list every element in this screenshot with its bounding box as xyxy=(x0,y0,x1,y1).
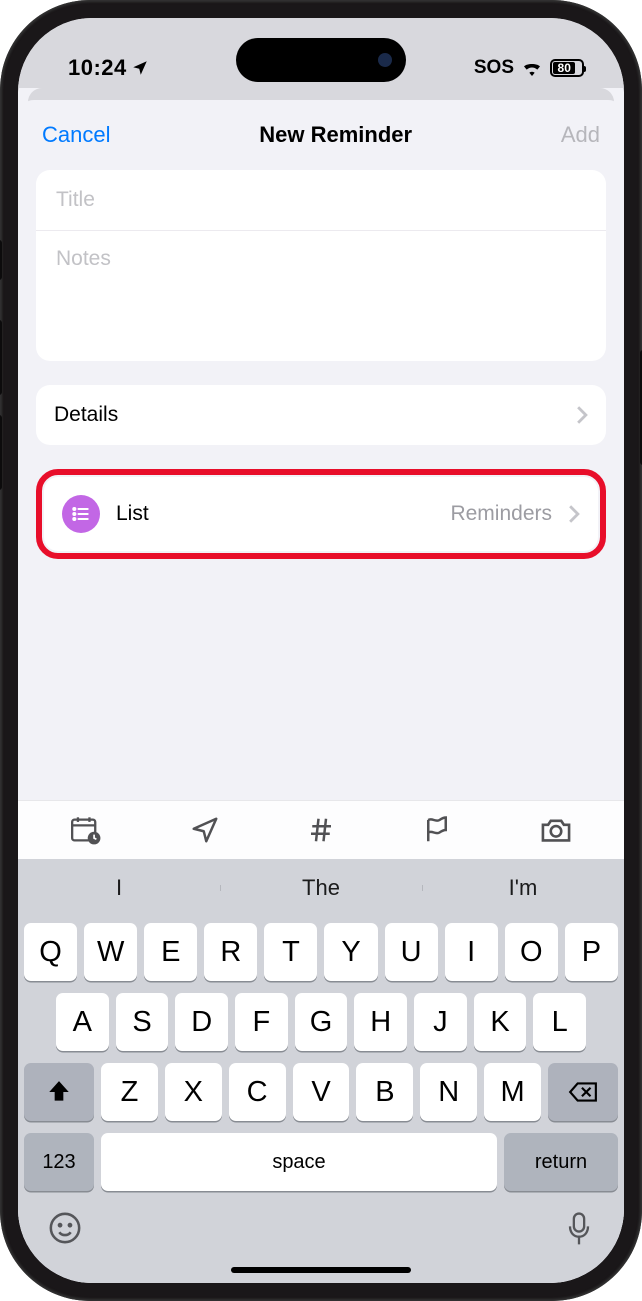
location-arrow-icon[interactable] xyxy=(190,815,220,845)
backspace-icon xyxy=(568,1080,598,1104)
details-label: Details xyxy=(54,403,560,427)
key-k[interactable]: K xyxy=(474,993,527,1051)
dynamic-island xyxy=(236,38,406,82)
spacer xyxy=(18,559,624,800)
silent-switch xyxy=(0,240,2,280)
suggestion-3[interactable]: I'm xyxy=(422,875,624,901)
list-bullet-icon xyxy=(62,495,100,533)
list-card[interactable]: List Reminders xyxy=(44,477,598,551)
list-row-highlight: List Reminders xyxy=(36,469,606,559)
iphone-frame: 10:24 SOS 80 Cancel New Reminder Add xyxy=(0,0,642,1301)
suggestion-2[interactable]: The xyxy=(220,875,422,901)
key-d[interactable]: D xyxy=(175,993,228,1051)
key-v[interactable]: V xyxy=(293,1063,350,1121)
numbers-key[interactable]: 123 xyxy=(24,1133,94,1191)
key-r[interactable]: R xyxy=(204,923,257,981)
key-m[interactable]: M xyxy=(484,1063,541,1121)
wifi-icon xyxy=(521,60,543,76)
key-row-1: QWERTYUIOP xyxy=(24,923,618,981)
keyboard-footer xyxy=(18,1195,624,1261)
hashtag-icon[interactable] xyxy=(306,815,336,845)
home-indicator[interactable] xyxy=(231,1267,411,1273)
modal-content: Title Notes Details xyxy=(18,170,624,559)
key-c[interactable]: C xyxy=(229,1063,286,1121)
key-w[interactable]: W xyxy=(84,923,137,981)
keyboard-accessory-bar xyxy=(18,800,624,859)
dictation-key-icon[interactable] xyxy=(564,1211,594,1247)
screen: 10:24 SOS 80 Cancel New Reminder Add xyxy=(18,18,624,1283)
list-label: List xyxy=(116,502,434,526)
details-card[interactable]: Details xyxy=(36,385,606,445)
key-e[interactable]: E xyxy=(144,923,197,981)
key-x[interactable]: X xyxy=(165,1063,222,1121)
chevron-right-icon xyxy=(568,505,580,523)
key-q[interactable]: Q xyxy=(24,923,77,981)
key-b[interactable]: B xyxy=(356,1063,413,1121)
chevron-right-icon xyxy=(576,406,588,424)
return-key[interactable]: return xyxy=(504,1133,618,1191)
keyboard: I The I'm QWERTYUIOP ASDFGHJKL ZXCVBNM xyxy=(18,859,624,1283)
status-time: 10:24 xyxy=(68,55,127,81)
backspace-key[interactable] xyxy=(548,1063,618,1121)
space-key[interactable]: space xyxy=(101,1133,497,1191)
key-s[interactable]: S xyxy=(116,993,169,1051)
key-i[interactable]: I xyxy=(445,923,498,981)
title-input[interactable]: Title xyxy=(36,170,606,231)
add-button[interactable]: Add xyxy=(561,122,600,148)
shift-key[interactable] xyxy=(24,1063,94,1121)
key-row-4: 123 space return xyxy=(24,1133,618,1191)
shift-icon xyxy=(46,1079,72,1105)
key-a[interactable]: A xyxy=(56,993,109,1051)
key-y[interactable]: Y xyxy=(324,923,377,981)
key-u[interactable]: U xyxy=(385,923,438,981)
key-row-2: ASDFGHJKL xyxy=(24,993,618,1051)
key-h[interactable]: H xyxy=(354,993,407,1051)
key-o[interactable]: O xyxy=(505,923,558,981)
key-z[interactable]: Z xyxy=(101,1063,158,1121)
notes-input[interactable]: Notes xyxy=(36,231,606,361)
key-g[interactable]: G xyxy=(295,993,348,1051)
modal-title: New Reminder xyxy=(259,122,412,148)
camera-icon[interactable] xyxy=(539,815,573,845)
modal-nav-bar: Cancel New Reminder Add xyxy=(18,100,624,170)
key-j[interactable]: J xyxy=(414,993,467,1051)
list-value: Reminders xyxy=(450,502,552,526)
suggestion-1[interactable]: I xyxy=(18,875,220,901)
camera-dot xyxy=(378,53,392,67)
new-reminder-modal: Cancel New Reminder Add Title Notes Deta… xyxy=(18,100,624,1283)
key-n[interactable]: N xyxy=(420,1063,477,1121)
sos-indicator: SOS xyxy=(474,57,514,79)
battery-level: 80 xyxy=(553,62,575,74)
title-notes-card: Title Notes xyxy=(36,170,606,361)
volume-down-button xyxy=(0,415,2,490)
suggestion-bar: I The I'm xyxy=(18,859,624,917)
flag-icon[interactable] xyxy=(422,815,452,845)
key-f[interactable]: F xyxy=(235,993,288,1051)
cancel-button[interactable]: Cancel xyxy=(42,122,110,148)
battery-indicator: 80 xyxy=(550,59,584,77)
key-l[interactable]: L xyxy=(533,993,586,1051)
volume-up-button xyxy=(0,320,2,395)
key-row-3: ZXCVBNM xyxy=(24,1063,618,1121)
calendar-clock-icon[interactable] xyxy=(69,815,103,845)
key-t[interactable]: T xyxy=(264,923,317,981)
key-p[interactable]: P xyxy=(565,923,618,981)
emoji-key-icon[interactable] xyxy=(48,1211,82,1245)
location-icon xyxy=(131,59,149,77)
